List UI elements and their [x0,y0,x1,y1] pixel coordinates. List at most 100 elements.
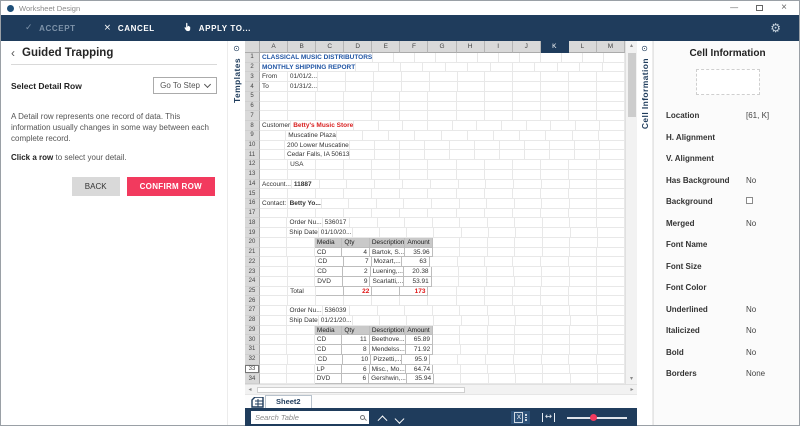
vertical-scrollbar[interactable]: ▴ ▾ [625,41,637,384]
horizontal-scroll-thumb[interactable] [257,386,466,393]
row-header-1[interactable]: 1 [245,53,260,63]
cell-K4[interactable] [541,82,570,92]
cell-K1[interactable] [562,53,584,63]
cell-D7[interactable] [344,111,373,122]
column-header-I[interactable]: I [484,41,513,53]
cell-A5[interactable] [260,91,289,102]
cell-I2[interactable] [513,62,536,73]
cell-B1[interactable] [373,53,395,63]
column-header-B[interactable]: B [288,41,317,53]
cell-G9[interactable] [441,130,468,141]
cell-K19[interactable] [543,228,571,238]
cell-D32[interactable]: 10 [343,354,372,365]
cell-F17[interactable] [400,208,429,219]
cell-L10[interactable] [574,140,600,151]
cell-H28[interactable] [461,315,489,326]
cell-G10[interactable] [449,140,475,151]
cell-G12[interactable] [428,160,457,170]
cell-C23[interactable]: CD [315,267,343,277]
cell-I6[interactable] [484,101,513,112]
cell-B21[interactable] [287,247,315,258]
cell-E8[interactable] [403,121,429,131]
cell-J1[interactable] [541,53,563,63]
cell-A15[interactable] [260,189,289,200]
tab-sheet2[interactable]: Sheet2 [265,395,312,408]
cell-E31[interactable]: Mendelss... [369,345,406,355]
cell-K20[interactable] [542,237,571,248]
cell-C21[interactable]: CD [314,247,343,258]
cell-A16[interactable]: Contact: [260,199,288,209]
cell-I5[interactable] [484,91,513,102]
cell-G15[interactable] [428,189,457,200]
cell-K34[interactable] [543,374,571,384]
cell-D25[interactable]: 22 [344,286,373,297]
cell-M31[interactable] [597,345,625,355]
cell-J9[interactable] [520,130,547,141]
row-header-25[interactable]: 25 [245,286,260,297]
pin-icon[interactable]: ⊙ [233,44,240,53]
cell-L22[interactable] [569,257,598,268]
cell-A19[interactable] [260,228,288,238]
cell-F27[interactable] [405,306,433,316]
cell-G5[interactable] [428,91,457,102]
cell-B17[interactable] [288,208,317,219]
cell-K26[interactable] [540,296,569,307]
cell-C29[interactable]: Media [314,325,343,336]
cell-E20[interactable]: Description [369,237,406,248]
scroll-up-arrow-icon[interactable]: ▴ [627,41,637,51]
cell-H16[interactable] [459,199,488,209]
cell-I3[interactable] [485,72,514,83]
row-header-8[interactable]: 8 [245,121,260,131]
grid-row-11[interactable]: 11 Cedar Falls, IA 50613 [245,150,625,161]
row-header-12[interactable]: 12 [245,160,260,170]
column-header-G[interactable]: G [428,41,457,53]
cell-L14[interactable] [569,179,598,190]
minimize-button[interactable]: — [730,4,738,12]
cell-K22[interactable] [541,257,570,268]
cell-H19[interactable] [461,228,489,238]
cell-F19[interactable] [407,228,435,238]
cell-F4[interactable] [401,82,430,92]
row-header-11[interactable]: 11 [245,150,260,161]
cell-B9[interactable]: Muscatine Plaza [286,130,337,141]
cell-F21[interactable]: 35.96 [405,247,433,258]
cell-F7[interactable] [400,111,429,122]
grid-row-25[interactable]: 25 Total 22 173 [245,286,626,297]
grid-row-31[interactable]: 31 CD 8 Mendelss... 71.92 [245,345,625,355]
cell-G31[interactable] [433,345,461,355]
pin-icon[interactable]: ⊙ [641,44,648,53]
cell-H29[interactable] [460,325,488,336]
cell-M29[interactable] [597,325,625,336]
cell-I24[interactable] [486,276,515,287]
cell-J17[interactable] [512,208,541,219]
cell-B28[interactable]: Ship Date [287,315,319,326]
cell-C27[interactable]: 536039 [322,306,351,316]
export-excel-button[interactable]: X [511,411,530,424]
cell-C14[interactable] [319,179,348,190]
cell-F5[interactable] [400,91,429,102]
cell-H15[interactable] [456,189,485,200]
horizontal-scroll-track[interactable] [255,386,627,394]
cell-E15[interactable] [372,189,401,200]
cell-E24[interactable]: Scarlatti,... [370,276,405,287]
cell-E5[interactable] [372,91,401,102]
cell-G7[interactable] [428,111,457,122]
cancel-button[interactable]: × CANCEL [90,15,169,41]
cell-C8[interactable] [354,121,379,131]
cell-H1[interactable] [499,53,521,63]
grid-row-18[interactable]: 18 Order Nu... 536017 [245,218,625,229]
grid-row-28[interactable]: 28 Ship Date 01/21/20... [245,315,626,326]
column-header-C[interactable]: C [316,41,345,53]
cell-E2[interactable] [423,62,446,73]
cell-A24[interactable] [260,276,288,287]
cell-M17[interactable] [596,208,626,219]
cell-A21[interactable] [260,247,288,258]
cell-H27[interactable] [460,306,488,316]
row-header-6[interactable]: 6 [245,101,260,112]
cell-F8[interactable] [428,121,453,131]
cell-M21[interactable] [597,247,625,258]
row-header-17[interactable]: 17 [245,208,260,219]
cell-C12[interactable] [316,160,345,170]
cell-A20[interactable] [260,237,288,248]
cell-G24[interactable] [431,276,460,287]
